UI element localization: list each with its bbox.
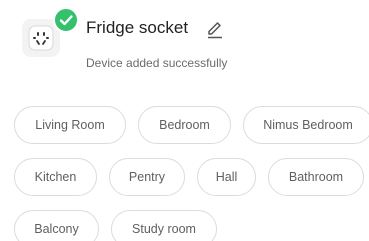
room-chip-balcony[interactable]: Balcony bbox=[14, 210, 99, 241]
room-chip-hall[interactable]: Hall bbox=[197, 158, 256, 196]
room-chip-bedroom[interactable]: Bedroom bbox=[138, 106, 231, 144]
status-message: Device added successfully bbox=[86, 56, 228, 70]
room-chip-nimus-bedroom[interactable]: Nimus Bedroom bbox=[243, 106, 369, 144]
room-chip-living-room[interactable]: Living Room bbox=[14, 106, 126, 144]
check-icon bbox=[53, 7, 79, 33]
room-chip-kitchen[interactable]: Kitchen bbox=[14, 158, 97, 196]
device-name: Fridge socket bbox=[86, 18, 189, 37]
room-chip-bathroom[interactable]: Bathroom bbox=[268, 158, 364, 196]
device-icon-container bbox=[22, 7, 79, 57]
pencil-icon[interactable] bbox=[205, 19, 225, 39]
room-chip-pentry[interactable]: Pentry bbox=[109, 158, 185, 196]
device-setup-screen: Fridge socket Device added successfully … bbox=[0, 0, 369, 241]
room-chip-study-room[interactable]: Study room bbox=[111, 210, 217, 241]
